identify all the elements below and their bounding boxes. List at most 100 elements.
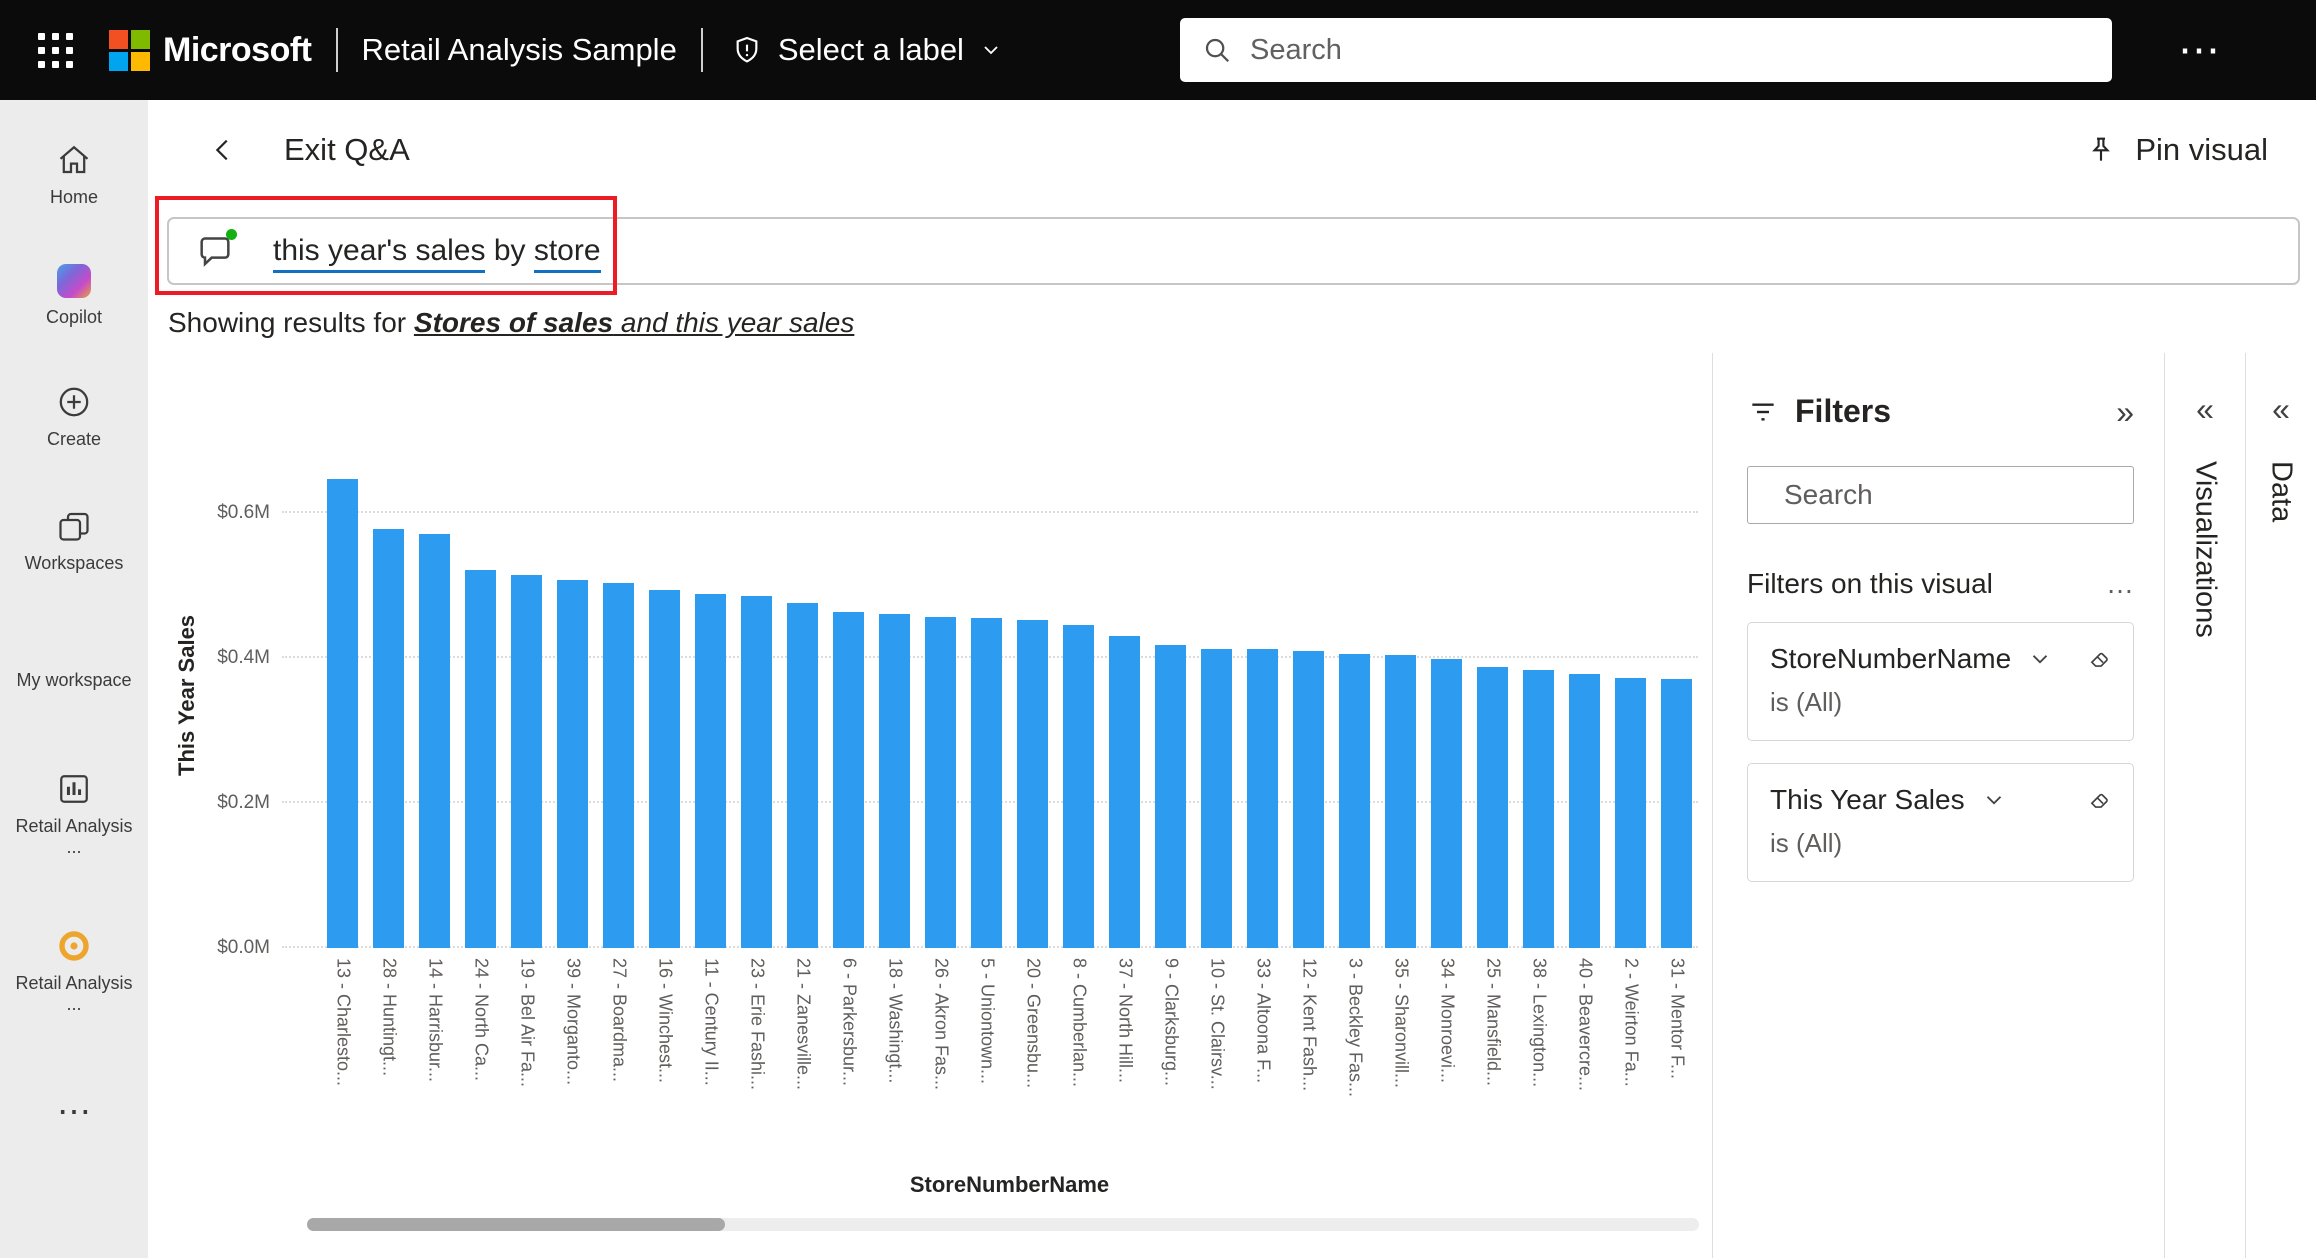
chart-bar[interactable] (465, 570, 496, 948)
filter-card-header[interactable]: This Year Sales (1770, 784, 2113, 816)
chevron-down-icon[interactable] (2027, 646, 2053, 672)
header-divider (701, 28, 703, 72)
x-axis-label: 13 - Charlesto... (327, 958, 358, 1158)
x-axis-label: 39 - Morganto... (557, 958, 588, 1158)
sidebar-item-create[interactable]: Create (10, 384, 138, 450)
home-icon (56, 142, 92, 178)
x-axis-label: 18 - Washingt... (879, 958, 910, 1158)
chart-bar[interactable] (1431, 659, 1462, 948)
expand-data-icon[interactable]: « (2272, 393, 2290, 425)
y-axis-ticks: $0.0M$0.2M$0.4M$0.6M (210, 443, 282, 948)
chart-bar[interactable] (1293, 651, 1324, 948)
x-axis-label: 21 - Zanesville... (787, 958, 818, 1158)
clear-filter-eraser-icon[interactable] (2087, 787, 2113, 813)
data-pane-label[interactable]: Data (2265, 461, 2298, 522)
chart-plot (282, 443, 1712, 948)
pin-icon (2085, 134, 2117, 166)
left-nav: Home Copilot Create Workspaces My (0, 100, 148, 1258)
chart-bar[interactable] (741, 596, 772, 948)
x-axis-label: 28 - Huntingt... (373, 958, 404, 1158)
chart-bar[interactable] (971, 618, 1002, 948)
y-axis-title: This Year Sales (164, 443, 210, 948)
microsoft-logo[interactable]: Microsoft (109, 30, 312, 71)
top-app-bar: Microsoft Retail Analysis Sample Select … (0, 0, 2316, 100)
sidebar-item-home[interactable]: Home (10, 142, 138, 208)
chart-bar[interactable] (879, 614, 910, 948)
chart-bar[interactable] (327, 479, 358, 948)
scrollbar-thumb[interactable] (307, 1218, 725, 1231)
sidebar-item-copilot[interactable]: Copilot (10, 264, 138, 328)
visualizations-pane-label[interactable]: Visualizations (2189, 461, 2222, 638)
x-axis-label: 37 - North Hill... (1109, 958, 1140, 1158)
chart-bar[interactable] (1615, 678, 1646, 948)
chart-bar[interactable] (1569, 674, 1600, 948)
chart-bar[interactable] (603, 583, 634, 948)
chart-bar[interactable] (1201, 649, 1232, 948)
chart-bar[interactable] (373, 529, 404, 948)
clear-filter-eraser-icon[interactable] (2087, 646, 2113, 672)
chart-bar[interactable] (1339, 654, 1370, 948)
chart-bar[interactable] (419, 534, 450, 948)
filters-section-label: Filters on this visual (1747, 568, 1993, 600)
chart-bar[interactable] (1063, 625, 1094, 948)
x-axis-label: 9 - Clarksburg... (1155, 958, 1186, 1158)
visualizations-pane-collapsed: « Visualizations (2164, 353, 2245, 1258)
sidebar-item-label: Retail Analysis ... (10, 816, 138, 858)
chevron-left-icon (208, 135, 238, 165)
filters-more-options-icon[interactable]: … (2106, 577, 2134, 591)
chevron-down-icon[interactable] (1981, 787, 2007, 813)
app-window: Microsoft Retail Analysis Sample Select … (0, 0, 2316, 1258)
x-axis-label: 19 - Bel Air Fa... (511, 958, 542, 1158)
y-axis-tick-label: $0.2M (217, 792, 270, 814)
chart-bar[interactable] (1385, 655, 1416, 948)
qa-interpretation-link[interactable]: Stores of sales and this year sales (414, 307, 854, 338)
sidebar-item-label: My workspace (16, 670, 131, 691)
qa-question-text: this year's sales by store (273, 234, 601, 268)
qa-interpretation-bold: Stores of sales (414, 307, 613, 338)
chart-bar[interactable] (1247, 649, 1278, 948)
header-more-options-icon[interactable]: ⋯ (2178, 29, 2220, 71)
global-search[interactable] (1180, 18, 2112, 82)
app-launcher-icon[interactable] (38, 33, 73, 68)
chart-bar[interactable] (695, 594, 726, 948)
chart-bar[interactable] (511, 575, 542, 948)
chart-bar[interactable] (1661, 679, 1692, 948)
shield-icon (731, 34, 763, 66)
chart-bar[interactable] (1523, 670, 1554, 948)
qa-question-input[interactable]: this year's sales by store (167, 217, 2300, 285)
chart-bar[interactable] (649, 590, 680, 948)
filters-search[interactable] (1747, 466, 2134, 524)
chart-horizontal-scrollbar[interactable] (307, 1218, 1699, 1231)
sidebar-item-my-workspace[interactable]: My workspace (10, 670, 138, 691)
chart-bar[interactable] (1017, 620, 1048, 948)
filter-card-header[interactable]: StoreNumberName (1770, 643, 2113, 675)
chart-bar[interactable] (1109, 636, 1140, 948)
x-axis-label: 16 - Winchest... (649, 958, 680, 1158)
filters-pane: Filters » Filters on this visual … (1712, 353, 2164, 1258)
x-axis-label: 35 - Sharonvill... (1385, 958, 1416, 1158)
search-icon (1202, 35, 1232, 65)
global-search-input[interactable] (1248, 33, 2090, 68)
back-button[interactable] (208, 135, 238, 165)
filter-field-name: This Year Sales (1770, 784, 1965, 816)
filters-search-input[interactable] (1782, 478, 2147, 512)
chart-bar[interactable] (557, 580, 588, 948)
sensitivity-label-selector[interactable]: Select a label (731, 32, 1003, 68)
collapse-filters-icon[interactable]: » (2116, 396, 2134, 428)
expand-visualizations-icon[interactable]: « (2196, 393, 2214, 425)
x-axis-label: 3 - Beckley Fas... (1339, 958, 1370, 1158)
qa-feedback-icon[interactable] (195, 231, 235, 271)
pin-visual-button[interactable]: Pin visual (2085, 132, 2268, 168)
sidebar-more-icon[interactable]: ⋯ (57, 1095, 91, 1129)
sidebar-item-retail-analysis-report[interactable]: Retail Analysis ... (10, 771, 138, 858)
x-axis-label: 23 - Erie Fashi... (741, 958, 772, 1158)
sidebar-item-workspaces[interactable]: Workspaces (10, 508, 138, 574)
chart-bar[interactable] (787, 603, 818, 948)
brand-name: Microsoft (163, 31, 312, 70)
chart-bar[interactable] (925, 617, 956, 948)
chart-bar[interactable] (833, 612, 864, 948)
sidebar-item-retail-analysis-dataset[interactable]: Retail Analysis ... (10, 928, 138, 1015)
chart-bar[interactable] (1155, 645, 1186, 948)
y-axis-tick-label: $0.4M (217, 647, 270, 669)
chart-bar[interactable] (1477, 667, 1508, 948)
